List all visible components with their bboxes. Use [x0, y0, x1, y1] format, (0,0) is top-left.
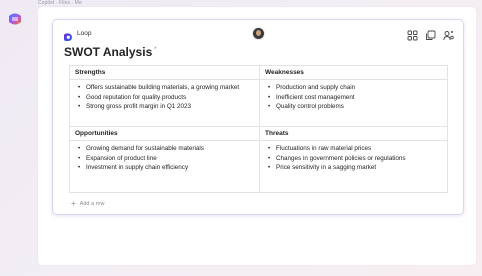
copy-icon[interactable]	[425, 28, 436, 40]
strengths-heading[interactable]: Strengths	[69, 65, 260, 80]
card-toolbar	[407, 28, 454, 41]
loop-icon	[63, 29, 73, 41]
swot-table: Strengths Weaknesses Offers sustainable …	[69, 65, 448, 193]
add-row-label: Add a row	[79, 201, 105, 207]
list-item: Production and supply chain	[268, 83, 442, 93]
top-hint-text: Copilot · Files · Me	[38, 0, 82, 6]
opportunities-list: Growing demand for sustainable materials…	[78, 144, 254, 173]
list-item: Good reputation for quality products	[78, 93, 254, 103]
page-title-text: SWOT Analysis	[64, 45, 153, 59]
page-title[interactable]: SWOT Analysis *	[64, 45, 157, 59]
avatar[interactable]	[252, 27, 265, 40]
list-item: Changes in government policies or regula…	[268, 154, 442, 164]
threats-heading[interactable]: Threats	[259, 126, 448, 141]
strengths-cell[interactable]: Offers sustainable building materials, a…	[69, 79, 260, 127]
components-icon[interactable]	[407, 28, 418, 41]
list-item: Price sensitivity in a sagging market	[268, 163, 442, 173]
weaknesses-heading[interactable]: Weaknesses	[259, 65, 448, 80]
opportunities-cell[interactable]: Growing demand for sustainable materials…	[69, 140, 260, 193]
copilot-icon[interactable]	[6, 10, 24, 28]
list-item: Expansion of product line	[78, 154, 254, 164]
list-item: Inefficient cost management	[268, 93, 442, 103]
add-row-button[interactable]: + Add a row	[71, 199, 105, 208]
share-icon[interactable]	[443, 28, 454, 41]
list-item: Quality control problems	[268, 102, 442, 112]
list-item: Fluctuations in raw material prices	[268, 144, 442, 154]
list-item: Offers sustainable building materials, a…	[78, 83, 254, 93]
weaknesses-list: Production and supply chain Inefficient …	[268, 83, 442, 112]
threats-list: Fluctuations in raw material prices Chan…	[268, 144, 442, 173]
list-item: Strong gross profit margin in Q1 2023	[78, 102, 254, 112]
title-mark: *	[154, 47, 157, 53]
list-item: Investment in supply chain efficiency	[78, 163, 254, 173]
opportunities-heading[interactable]: Opportunities	[69, 126, 260, 141]
loop-app-label: Loop	[77, 30, 92, 37]
loop-component-card[interactable]: Loop SWOT Analysis * Strengths Weaknesse…	[52, 19, 464, 215]
list-item: Growing demand for sustainable materials	[78, 144, 254, 154]
weaknesses-cell[interactable]: Production and supply chain Inefficient …	[259, 79, 448, 127]
strengths-list: Offers sustainable building materials, a…	[78, 83, 254, 112]
threats-cell[interactable]: Fluctuations in raw material prices Chan…	[259, 140, 448, 193]
plus-icon: +	[71, 199, 76, 208]
